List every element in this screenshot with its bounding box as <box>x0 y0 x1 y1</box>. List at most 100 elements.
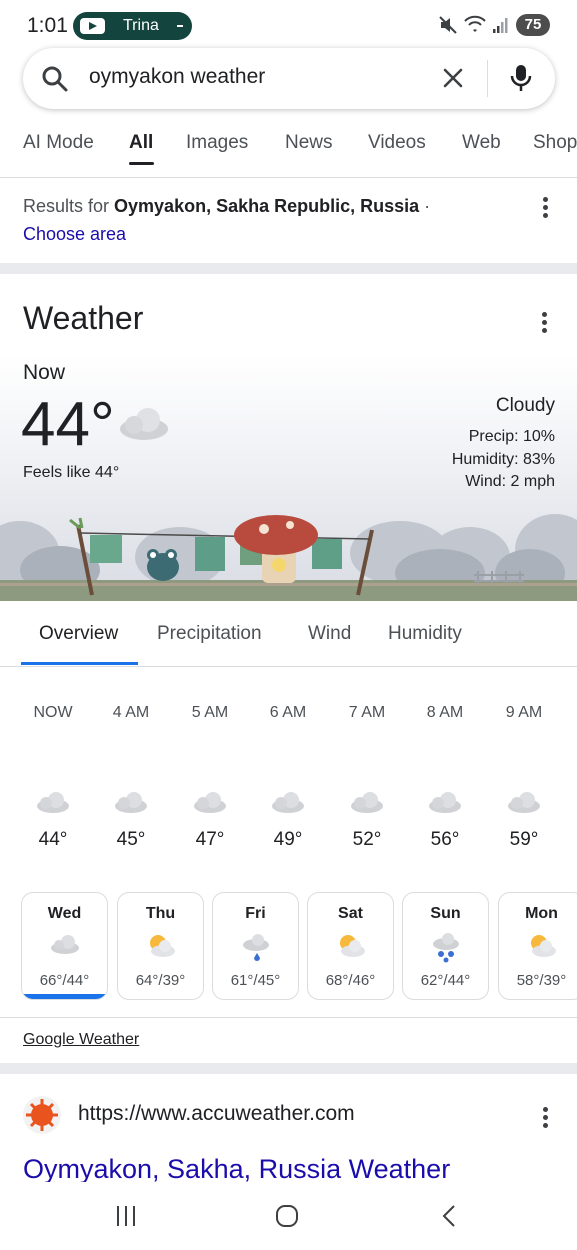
day-temp-range: 64°/39° <box>135 972 186 989</box>
feels-like: Feels like 44° <box>23 464 120 481</box>
cloud-icon <box>92 790 170 814</box>
search-box[interactable]: oymyakon weather <box>23 48 555 109</box>
choose-area-link[interactable]: Choose area <box>23 224 126 245</box>
day-card-thu[interactable]: Thu 64°/39° <box>117 892 204 1000</box>
media-dash <box>177 25 183 27</box>
day-name: Fri <box>245 905 266 922</box>
day-temp-range: 61°/45° <box>230 972 281 989</box>
weather-condition: Cloudy <box>495 395 555 416</box>
battery-icon: 75 <box>516 14 550 36</box>
hour-temperature: 59° <box>509 829 539 850</box>
section-separator <box>0 1063 577 1074</box>
tab-overview[interactable]: Overview <box>39 623 118 645</box>
tab-all[interactable]: All <box>129 132 153 154</box>
day-card-fri[interactable]: Fri 61°/45° <box>212 892 299 1000</box>
selected-day-indicator <box>22 994 107 999</box>
home-icon[interactable] <box>275 1204 299 1228</box>
weather-more-options-icon[interactable] <box>542 312 548 334</box>
day-temp-range: 58°/39° <box>516 972 567 989</box>
day-card-sat[interactable]: Sat 68°/46° <box>307 892 394 1000</box>
microphone-icon[interactable] <box>509 63 533 93</box>
day-name: Mon <box>525 905 558 922</box>
tab-images[interactable]: Images <box>186 132 248 154</box>
hour-temperature: 47° <box>195 829 225 850</box>
cloud-icon <box>249 790 327 814</box>
day-name: Wed <box>47 905 82 922</box>
more-options-icon[interactable] <box>543 197 549 219</box>
hour-temperature: 45° <box>116 829 146 850</box>
search-tabs: AI Mode All Images News Videos Web Shop <box>0 118 577 170</box>
day-name: Thu <box>145 905 176 922</box>
weather-title: Weather <box>23 300 144 336</box>
media-pill[interactable]: Trina <box>73 12 192 40</box>
divider <box>0 177 577 178</box>
wind: Wind: 2 mph <box>465 473 555 490</box>
tab-shop[interactable]: Shop <box>533 132 577 154</box>
tab-humidity[interactable]: Humidity <box>388 623 462 645</box>
day-temp-range: 68°/46° <box>325 972 376 989</box>
divider <box>0 1017 577 1018</box>
current-temperature: 44° <box>21 390 115 459</box>
day-card-wed[interactable]: Wed 66°/44° <box>21 892 108 1000</box>
day-card-mon[interactable]: Mon 58°/39° <box>498 892 577 1000</box>
day-temp-range: 66°/44° <box>39 972 90 989</box>
partly-sunny-icon <box>308 933 393 959</box>
rain-icon <box>213 933 298 963</box>
partly-sunny-icon <box>118 933 203 959</box>
location-name: Oymyakon, Sakha Republic, Russia <box>114 196 420 216</box>
weather-illustration <box>0 514 577 601</box>
results-for-text: Results for Oymyakon, Sakha Republic, Ru… <box>23 196 431 216</box>
search-icon[interactable] <box>41 65 69 93</box>
search-input[interactable]: oymyakon weather <box>89 65 265 89</box>
status-time: 1:01 <box>27 14 68 37</box>
day-card-sun[interactable]: Sun 62°/44° <box>402 892 489 1000</box>
precipitation: Precip: 10% <box>468 428 555 445</box>
hour-time: NOW <box>33 704 73 721</box>
wifi-icon <box>464 15 486 32</box>
tab-videos[interactable]: Videos <box>368 132 426 154</box>
cloud-icon <box>171 790 249 814</box>
cloud-icon <box>120 408 168 440</box>
back-icon[interactable] <box>438 1204 462 1228</box>
cloud-icon <box>485 790 563 814</box>
clear-icon[interactable] <box>441 66 465 90</box>
tab-precipitation[interactable]: Precipitation <box>157 623 262 645</box>
partly-sunny-icon <box>499 933 577 959</box>
hour-temperature: 52° <box>352 829 382 850</box>
status-bar: 1:01 Trina 75 <box>0 0 577 52</box>
result-more-options-icon[interactable] <box>543 1107 549 1129</box>
tab-news[interactable]: News <box>285 132 333 154</box>
humidity: Humidity: 83% <box>451 451 555 468</box>
result-url[interactable]: https://www.accuweather.com <box>78 1102 355 1126</box>
mute-icon <box>439 16 457 34</box>
hour-temperature: 49° <box>273 829 303 850</box>
hour-temperature: 44° <box>38 829 68 850</box>
tab-web[interactable]: Web <box>462 132 501 154</box>
day-name: Sat <box>338 905 363 922</box>
day-name: Sun <box>430 905 461 922</box>
hour-time: 7 AM <box>348 704 386 721</box>
google-weather-link[interactable]: Google Weather <box>23 1031 139 1049</box>
showers-icon <box>403 933 488 963</box>
section-separator <box>0 263 577 274</box>
tab-ai-mode[interactable]: AI Mode <box>23 132 94 154</box>
hour-time: 8 AM <box>426 704 464 721</box>
search-divider <box>487 60 488 97</box>
tab-wind[interactable]: Wind <box>308 623 351 645</box>
cloud-icon <box>328 790 406 814</box>
weather-view-tabs: Overview Precipitation Wind Humidity <box>0 603 577 667</box>
youtube-icon <box>80 18 105 34</box>
cloud-icon <box>406 790 484 814</box>
hour-time: 4 AM <box>112 704 150 721</box>
hour-time: 6 AM <box>269 704 307 721</box>
hour-temperature: 56° <box>430 829 460 850</box>
cloud-icon <box>14 790 92 814</box>
day-temp-range: 62°/44° <box>420 972 471 989</box>
recent-apps-icon[interactable] <box>114 1204 138 1228</box>
signal-icon <box>493 18 508 33</box>
result-title-link[interactable]: Oymyakon, Sakha, Russia Weather <box>23 1154 450 1185</box>
active-view-indicator <box>21 662 138 665</box>
media-app-name: Trina <box>123 17 159 34</box>
cloud-icon <box>22 933 107 955</box>
accuweather-logo-icon <box>23 1096 61 1134</box>
